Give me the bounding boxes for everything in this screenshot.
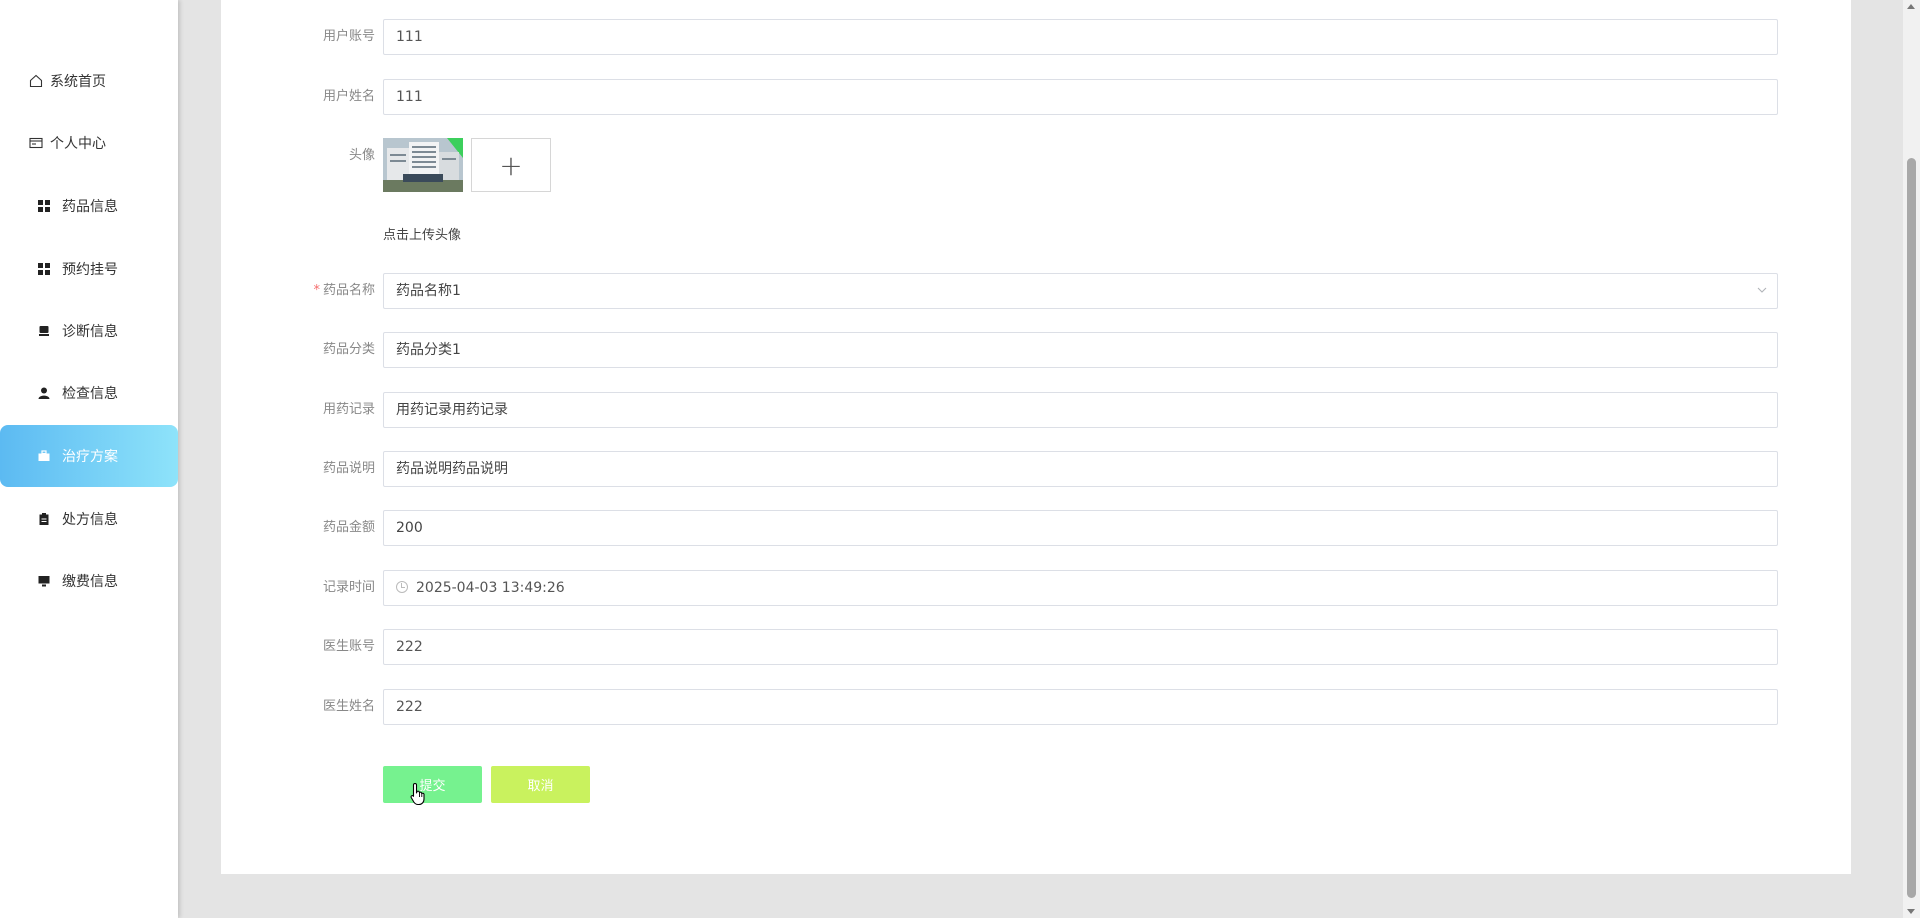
drug-name-select[interactable]: 药品名称1 [383,273,1778,309]
user-icon [36,385,52,401]
field-label: 用户账号 [322,29,375,44]
submit-button[interactable]: 提交 [383,766,482,803]
field-label: 药品说明 [322,461,375,476]
briefcase-icon [36,448,52,464]
cancel-button[interactable]: 取消 [491,766,590,803]
field-label: 头像 [348,148,375,163]
plus-icon: + [499,148,523,182]
user-account-input[interactable]: 111 [383,19,1778,55]
sidebar-item-examination[interactable]: 检查信息 [0,362,178,424]
form-panel: 用户账号 111 用户姓名 111 头像 + 点击上传头像 * 药品名称 药品名… [221,0,1851,874]
field-label: 用户姓名 [322,89,375,104]
medication-record-input[interactable]: 用药记录用药记录 [383,392,1778,428]
hand-cursor-icon [410,782,428,810]
field-label: 医生姓名 [322,699,375,714]
grid-icon [36,261,52,277]
sidebar-item-prescription[interactable]: 处方信息 [0,488,178,550]
scroll-thumb[interactable] [1907,158,1916,898]
sidebar-item-diagnosis[interactable]: 诊断信息 [0,300,178,362]
field-label: 药品金额 [322,520,375,535]
scroll-down-icon[interactable] [1907,909,1915,914]
sidebar-item-label: 处方信息 [62,512,118,528]
required-mark: * [313,283,320,298]
avatar-upload-hint: 点击上传头像 [383,228,462,243]
field-label: 药品分类 [322,342,375,357]
scroll-up-icon[interactable] [1907,4,1915,9]
sidebar-item-treatment-plan[interactable]: 治疗方案 [0,425,178,487]
field-label-text: 药品名称 [322,283,375,298]
chevron-down-icon [1757,274,1767,308]
clock-icon [396,581,408,593]
sidebar-item-label: 个人中心 [50,136,106,152]
doctor-account-input[interactable]: 222 [383,629,1778,665]
grid-icon [36,198,52,214]
monitor-icon [36,573,52,589]
sidebar-item-label: 药品信息 [62,199,118,215]
sidebar-item-appointment[interactable]: 预约挂号 [0,238,178,300]
record-time-value: 2025-04-03 13:49:26 [416,580,565,596]
chair-icon [36,323,52,339]
sidebar-item-label: 系统首页 [50,74,106,90]
sidebar-item-label: 检查信息 [62,386,118,402]
sidebar-item-label: 诊断信息 [62,324,118,340]
sidebar-item-label: 缴费信息 [62,574,118,590]
home-icon [28,73,44,89]
sidebar-item-payment[interactable]: 缴费信息 [0,550,178,612]
user-name-input[interactable]: 111 [383,79,1778,115]
sidebar-item-label: 治疗方案 [62,449,118,465]
avatar-upload-button[interactable]: + [471,138,551,192]
doctor-name-input[interactable]: 222 [383,689,1778,725]
drug-name-select-value: 药品名称1 [396,283,461,299]
clipboard-icon [36,511,52,527]
record-time-picker[interactable]: 2025-04-03 13:49:26 [383,570,1778,606]
field-label: 记录时间 [322,580,375,595]
sidebar-item-personal-center[interactable]: 个人中心 [0,112,178,174]
field-label: 医生账号 [322,639,375,654]
id-card-icon [28,135,44,151]
drug-category-input[interactable]: 药品分类1 [383,332,1778,368]
sidebar: 系统首页 个人中心 药品信息 预约挂号 诊断信息 检查信息 治疗方案 处方信息 … [0,0,178,918]
sidebar-item-label: 预约挂号 [62,262,118,278]
field-label: 用药记录 [322,402,375,417]
sidebar-item-home[interactable]: 系统首页 [0,50,178,112]
sidebar-item-drug-info[interactable]: 药品信息 [0,175,178,237]
drug-amount-input[interactable]: 200 [383,510,1778,546]
page-scrollbar[interactable] [1903,0,1920,918]
drug-description-input[interactable]: 药品说明药品说明 [383,451,1778,487]
avatar-image[interactable] [383,138,463,192]
field-label: * 药品名称 [225,273,375,309]
